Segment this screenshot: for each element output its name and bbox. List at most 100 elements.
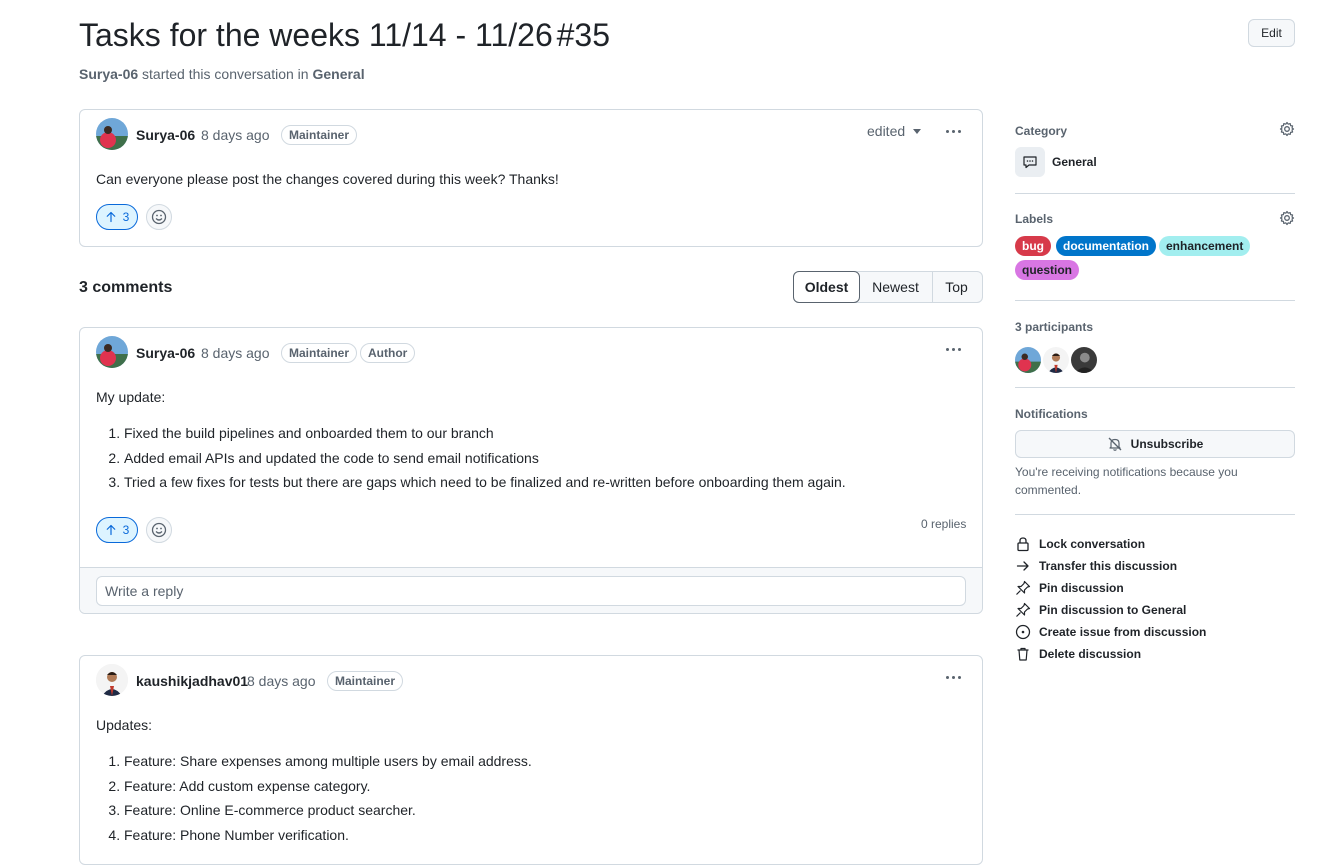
comment: kaushikjadhav01 8 days ago Maintainer Up… (79, 655, 983, 865)
participants-avatars (1015, 347, 1097, 373)
participant-avatar[interactable] (1071, 347, 1097, 373)
pin-discussion-to-category-action[interactable]: Pin discussion to General (1015, 600, 1186, 620)
avatar[interactable] (96, 664, 128, 696)
arrow-right-icon (1016, 561, 1029, 571)
post-time[interactable]: 8 days ago (201, 127, 270, 143)
label-enhancement[interactable]: enhancement (1159, 236, 1251, 256)
list-item: Feature: Phone Number verification. (124, 823, 532, 848)
category-heading: Category (1015, 124, 1068, 138)
comment-intro: Updates: (96, 717, 153, 733)
sort-newest[interactable]: Newest (859, 272, 933, 302)
transfer-discussion-action[interactable]: Transfer this discussion (1015, 556, 1177, 576)
subtitle-author-link[interactable]: Surya-06 (79, 66, 138, 82)
list-item: Tried a few fixes for tests but there ar… (124, 470, 846, 495)
sidebar-divider (1015, 514, 1295, 515)
comment-list: Feature: Share expenses among multiple u… (96, 749, 532, 847)
action-label: Lock conversation (1039, 537, 1146, 551)
action-label: Transfer this discussion (1039, 559, 1178, 573)
discussion-title: Tasks for the weeks 11/14 - 11/26 #35 (79, 14, 610, 56)
avatar[interactable] (96, 336, 128, 368)
label-question[interactable]: question (1015, 260, 1079, 280)
subtitle-text: started this conversation in (142, 66, 309, 82)
gear-icon[interactable] (1279, 121, 1295, 137)
edited-label: edited (867, 123, 906, 139)
action-label: Create issue from discussion (1039, 625, 1207, 639)
label-bug[interactable]: bug (1015, 236, 1051, 256)
trash-icon (1017, 647, 1029, 661)
lock-conversation-action[interactable]: Lock conversation (1015, 534, 1145, 554)
participant-avatar[interactable] (1015, 347, 1041, 373)
arrow-up-icon (106, 524, 116, 536)
title-text: Tasks for the weeks 11/14 - 11/26 (79, 17, 553, 53)
comment-time[interactable]: 8 days ago (247, 673, 316, 689)
edited-dropdown[interactable]: edited (867, 123, 922, 139)
list-item: Feature: Share expenses among multiple u… (124, 749, 532, 774)
comment-discussion-icon (1015, 147, 1045, 177)
caret-down-icon (913, 128, 922, 134)
pin-icon (1016, 602, 1031, 617)
sidebar-divider (1015, 300, 1295, 301)
smiley-icon (151, 522, 167, 538)
participants-heading: 3 participants (1015, 320, 1094, 334)
discussion-post: Surya-06 8 days ago Maintainer edited Ca… (79, 109, 983, 247)
sidebar-divider (1015, 193, 1295, 194)
action-label: Delete discussion (1039, 647, 1142, 661)
action-label: Pin discussion to General (1039, 603, 1187, 617)
gear-icon[interactable] (1279, 210, 1295, 226)
comment-list: Fixed the build pipelines and onboarded … (96, 421, 846, 495)
delete-discussion-action[interactable]: Delete discussion (1015, 644, 1141, 664)
reply-input[interactable]: Write a reply (96, 576, 966, 606)
labels-heading: Labels (1015, 212, 1054, 226)
comment-author[interactable]: kaushikjadhav01 (136, 673, 248, 689)
post-body: Can everyone please post the changes cov… (96, 171, 559, 187)
avatar[interactable] (96, 118, 128, 150)
add-reaction-button[interactable] (146, 204, 172, 230)
discussion-number: #35 (556, 17, 611, 53)
reply-area: Write a reply (80, 567, 982, 613)
unsubscribe-label: Unsubscribe (1130, 437, 1204, 451)
list-item: Feature: Online E-commerce product searc… (124, 798, 532, 823)
kebab-horizontal-icon[interactable] (943, 126, 963, 136)
comment-author[interactable]: Surya-06 (136, 345, 195, 361)
maintainer-badge: Maintainer (281, 125, 358, 145)
add-reaction-button[interactable] (146, 517, 172, 543)
comment-intro: My update: (96, 389, 166, 405)
comments-count: 3 comments (79, 279, 173, 296)
arrow-up-icon (106, 211, 116, 223)
bell-slash-icon (1108, 437, 1122, 451)
smiley-icon (151, 209, 167, 225)
lock-icon (1017, 537, 1029, 552)
sort-oldest[interactable]: Oldest (793, 271, 860, 303)
upvote-button[interactable]: 3 (96, 517, 138, 543)
notification-reason: You're receiving notifications because y… (1015, 465, 1238, 497)
sidebar-divider (1015, 387, 1295, 388)
notifications-heading: Notifications (1015, 407, 1088, 421)
participant-avatar[interactable] (1043, 347, 1069, 373)
discussion-subtitle: Surya-06 started this conversation in Ge… (79, 66, 365, 82)
edit-button[interactable]: Edit (1248, 19, 1295, 47)
list-item: Fixed the build pipelines and onboarded … (124, 421, 846, 446)
list-item: Feature: Add custom expense category. (124, 774, 532, 799)
pin-icon (1016, 580, 1031, 595)
kebab-horizontal-icon[interactable] (943, 672, 963, 682)
label-documentation[interactable]: documentation (1056, 236, 1156, 256)
list-item: Added email APIs and updated the code to… (124, 446, 846, 471)
sort-segmented-control: Oldest Newest Top (793, 271, 983, 303)
action-label: Pin discussion (1039, 581, 1124, 595)
pin-discussion-action[interactable]: Pin discussion (1015, 578, 1124, 598)
upvote-button[interactable]: 3 (96, 204, 138, 230)
subtitle-category-link[interactable]: General (312, 66, 364, 82)
maintainer-badge: Maintainer (281, 343, 358, 363)
comment: Surya-06 8 days ago Maintainer Author My… (79, 327, 983, 614)
comment-time[interactable]: 8 days ago (201, 345, 270, 361)
unsubscribe-button[interactable]: Unsubscribe (1015, 430, 1295, 458)
sort-top[interactable]: Top (933, 272, 980, 302)
category-value[interactable]: General (1052, 155, 1097, 169)
create-issue-action[interactable]: Create issue from discussion (1015, 622, 1206, 642)
post-author[interactable]: Surya-06 (136, 127, 195, 143)
maintainer-badge: Maintainer (327, 671, 404, 691)
kebab-horizontal-icon[interactable] (943, 344, 963, 354)
author-badge: Author (360, 343, 416, 363)
issue-opened-icon (1015, 624, 1031, 640)
upvote-count: 3 (122, 210, 130, 224)
